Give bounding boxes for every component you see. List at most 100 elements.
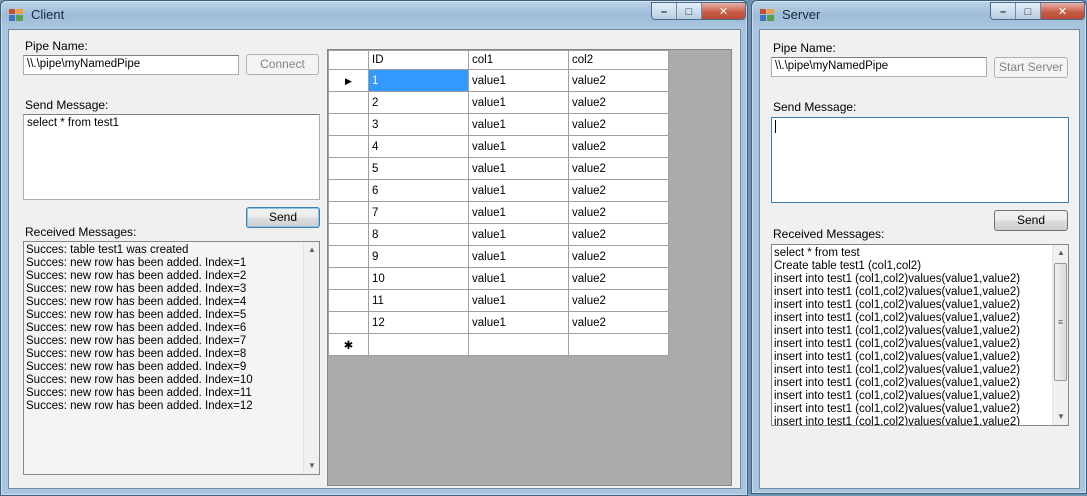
grid-cell-col2[interactable]: value2 xyxy=(568,289,669,312)
list-item[interactable]: insert into test1 (col1,col2)values(valu… xyxy=(774,286,1068,299)
grid-cell-id[interactable]: 5 xyxy=(368,157,469,180)
table-row[interactable]: 5 value1 value2 xyxy=(328,157,669,180)
grid-cell-col2[interactable]: value2 xyxy=(568,201,669,224)
grid-cell-col1[interactable]: value1 xyxy=(468,245,569,268)
list-item[interactable]: insert into test1 (col1,col2)values(valu… xyxy=(774,390,1068,403)
list-item[interactable]: insert into test1 (col1,col2)values(valu… xyxy=(774,403,1068,416)
grid-cell-id[interactable]: 9 xyxy=(368,245,469,268)
list-item[interactable]: insert into test1 (col1,col2)values(valu… xyxy=(774,273,1068,286)
grid-corner-header[interactable] xyxy=(328,50,369,70)
close-button[interactable]: ✕ xyxy=(702,3,745,19)
scroll-down-icon[interactable]: ▼ xyxy=(1053,409,1068,425)
grid-cell-id[interactable]: 3 xyxy=(368,113,469,136)
table-row[interactable]: 8 value1 value2 xyxy=(328,223,669,246)
minimize-button[interactable]: – xyxy=(991,3,1016,19)
table-row[interactable]: 9 value1 value2 xyxy=(328,245,669,268)
grid-new-row-cell[interactable] xyxy=(368,333,469,356)
grid-cell-col2[interactable]: value2 xyxy=(568,311,669,334)
table-row[interactable]: 7 value1 value2 xyxy=(328,201,669,224)
grid-cell-id[interactable]: 12 xyxy=(368,311,469,334)
grid-cell-col2[interactable]: value2 xyxy=(568,113,669,136)
grid-cell-col1[interactable]: value1 xyxy=(468,267,569,290)
table-row[interactable]: 11 value1 value2 xyxy=(328,289,669,312)
client-pipe-name-input[interactable]: \\.\pipe\myNamedPipe xyxy=(23,55,239,75)
grid-column-header-col1[interactable]: col1 xyxy=(468,50,569,70)
list-item[interactable]: insert into test1 (col1,col2)values(valu… xyxy=(774,338,1068,351)
data-grid[interactable]: ID col1 col2 ▶ 1 value1 value2 2 value1 value2… xyxy=(327,49,732,486)
new-row-icon[interactable]: ✱ xyxy=(328,333,369,356)
list-item[interactable]: Create table test1 (col1,col2) xyxy=(774,260,1068,273)
grid-row-header[interactable] xyxy=(328,135,369,158)
grid-row-header[interactable] xyxy=(328,289,369,312)
grid-cell-col1[interactable]: value1 xyxy=(468,69,569,92)
grid-cell-id[interactable]: 8 xyxy=(368,223,469,246)
server-pipe-name-input[interactable]: \\.\pipe\myNamedPipe xyxy=(771,57,987,77)
grid-cell-col2[interactable]: value2 xyxy=(568,179,669,202)
list-item[interactable]: Succes: new row has been added. Index=9 xyxy=(26,361,319,374)
grid-cell-col1[interactable]: value1 xyxy=(468,223,569,246)
list-item[interactable]: Succes: new row has been added. Index=8 xyxy=(26,348,319,361)
list-item[interactable]: insert into test1 (col1,col2)values(valu… xyxy=(774,377,1068,390)
list-item[interactable]: Succes: new row has been added. Index=10 xyxy=(26,374,319,387)
table-row[interactable]: 4 value1 value2 xyxy=(328,135,669,158)
scroll-up-icon[interactable]: ▲ xyxy=(1053,245,1068,261)
list-item[interactable]: Succes: new row has been added. Index=7 xyxy=(26,335,319,348)
grid-cell-col1[interactable]: value1 xyxy=(468,91,569,114)
list-item[interactable]: Succes: new row has been added. Index=1 xyxy=(26,257,319,270)
client-received-list[interactable]: Succes: table test1 was created Succes: n… xyxy=(23,241,320,475)
maximize-button[interactable]: □ xyxy=(677,3,702,19)
grid-cell-col1[interactable]: value1 xyxy=(468,113,569,136)
table-row[interactable]: 12 value1 value2 xyxy=(328,311,669,334)
list-item[interactable]: Succes: new row has been added. Index=12 xyxy=(26,400,319,413)
grid-row-header[interactable] xyxy=(328,179,369,202)
list-item[interactable]: select * from test xyxy=(774,247,1068,260)
table-row[interactable]: ▶ 1 value1 value2 xyxy=(328,69,669,92)
grid-cell-id[interactable]: 7 xyxy=(368,201,469,224)
grid-cell-col2[interactable]: value2 xyxy=(568,91,669,114)
scroll-down-icon[interactable]: ▼ xyxy=(304,458,319,474)
scroll-up-icon[interactable]: ▲ xyxy=(304,242,319,258)
grid-cell-col2[interactable]: value2 xyxy=(568,69,669,92)
grid-row-header[interactable] xyxy=(328,311,369,334)
start-server-button[interactable]: Start Server xyxy=(994,57,1068,78)
grid-cell-col2[interactable]: value2 xyxy=(568,245,669,268)
scroll-thumb[interactable]: ≡ xyxy=(1054,263,1067,381)
connect-button[interactable]: Connect xyxy=(246,54,319,75)
grid-cell-id[interactable]: 6 xyxy=(368,179,469,202)
list-item[interactable]: insert into test1 (col1,col2)values(valu… xyxy=(774,364,1068,377)
maximize-button[interactable]: □ xyxy=(1016,3,1041,19)
grid-cell-col2[interactable]: value2 xyxy=(568,157,669,180)
table-row[interactable]: 6 value1 value2 xyxy=(328,179,669,202)
grid-row-header[interactable] xyxy=(328,223,369,246)
grid-new-row[interactable]: ✱ xyxy=(328,333,669,356)
grid-cell-col1[interactable]: value1 xyxy=(468,157,569,180)
client-send-message-input[interactable]: select * from test1 xyxy=(23,114,320,200)
list-item[interactable]: insert into test1 (col1,col2)values(valu… xyxy=(774,416,1068,425)
grid-cell-col1[interactable]: value1 xyxy=(468,179,569,202)
grid-cell-id[interactable]: 1 xyxy=(368,69,469,92)
table-row[interactable]: 3 value1 value2 xyxy=(328,113,669,136)
grid-cell-id[interactable]: 2 xyxy=(368,91,469,114)
list-item[interactable]: insert into test1 (col1,col2)values(valu… xyxy=(774,325,1068,338)
grid-cell-col2[interactable]: value2 xyxy=(568,135,669,158)
grid-column-header-id[interactable]: ID xyxy=(368,50,469,70)
grid-row-header[interactable] xyxy=(328,201,369,224)
grid-cell-id[interactable]: 10 xyxy=(368,267,469,290)
grid-row-header[interactable]: ▶ xyxy=(328,69,369,92)
table-row[interactable]: 10 value1 value2 xyxy=(328,267,669,290)
list-item[interactable]: Succes: new row has been added. Index=5 xyxy=(26,309,319,322)
grid-cell-col2[interactable]: value2 xyxy=(568,267,669,290)
list-item[interactable]: Succes: new row has been added. Index=4 xyxy=(26,296,319,309)
table-row[interactable]: 2 value1 value2 xyxy=(328,91,669,114)
list-item[interactable]: Succes: new row has been added. Index=2 xyxy=(26,270,319,283)
grid-cell-col1[interactable]: value1 xyxy=(468,201,569,224)
grid-column-header-col2[interactable]: col2 xyxy=(568,50,669,70)
list-item[interactable]: Succes: new row has been added. Index=6 xyxy=(26,322,319,335)
client-received-scrollbar[interactable]: ▲ ▼ xyxy=(303,242,319,474)
close-button[interactable]: ✕ xyxy=(1041,3,1084,19)
grid-cell-id[interactable]: 4 xyxy=(368,135,469,158)
grid-row-header[interactable] xyxy=(328,267,369,290)
grid-new-row-cell[interactable] xyxy=(468,333,569,356)
list-item[interactable]: insert into test1 (col1,col2)values(valu… xyxy=(774,351,1068,364)
list-item[interactable]: Succes: new row has been added. Index=11 xyxy=(26,387,319,400)
